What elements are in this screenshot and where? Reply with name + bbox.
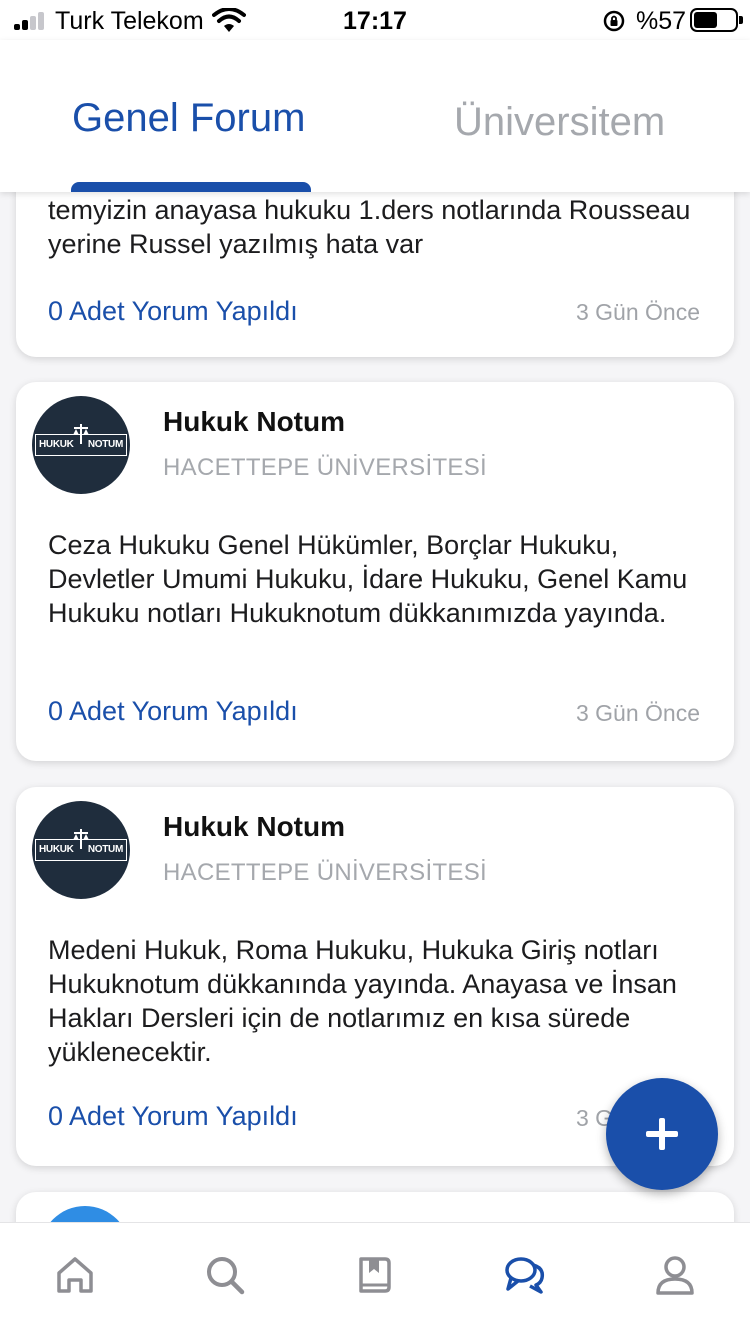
post-feed[interactable]: temyizin anayasa hukuku 1.ders notlarınd… <box>0 192 750 1222</box>
forum-tab-bar: Genel Forum Üniversitem <box>0 40 750 192</box>
chat-bubbles-icon[interactable] <box>503 1253 547 1297</box>
post-time: 3 Gün Önce <box>575 299 700 325</box>
rotation-lock-icon <box>603 10 625 32</box>
active-tab-indicator <box>71 182 311 192</box>
post-text: Ceza Hukuku Genel Hükümler, Borçlar Huku… <box>48 530 688 628</box>
new-post-button[interactable] <box>606 1078 718 1190</box>
bottom-navigation <box>0 1222 750 1334</box>
plus-icon <box>646 1118 678 1150</box>
status-bar: Turk Telekom 17:17 %57 <box>0 0 750 40</box>
search-icon[interactable] <box>203 1253 247 1297</box>
forum-post-card[interactable]: HUKUK NOTUM Hukuk Notum HACETTEPE ÜNİVER… <box>16 382 734 761</box>
bookmark-book-icon[interactable] <box>353 1253 397 1297</box>
avatar[interactable] <box>40 1206 130 1222</box>
author-university: HACETTEPE ÜNİVERSİTESİ <box>163 859 487 886</box>
tab-genel-forum[interactable]: Genel Forum <box>72 96 305 141</box>
comment-count-link[interactable]: 0 Adet Yorum Yapıldı <box>48 696 298 727</box>
comment-count-link[interactable]: 0 Adet Yorum Yapıldı <box>48 296 298 327</box>
author-name[interactable]: Hukuk Notum <box>163 811 345 843</box>
forum-post-card[interactable] <box>16 1192 734 1222</box>
tab-universitem[interactable]: Üniversitem <box>454 100 665 145</box>
avatar[interactable]: HUKUK NOTUM <box>32 396 130 494</box>
comment-count-link[interactable]: 0 Adet Yorum Yapıldı <box>48 1101 298 1132</box>
battery-percent: %57 <box>636 7 687 35</box>
scales-icon <box>73 424 89 444</box>
post-text: temyizin anayasa hukuku 1.ders notlarınd… <box>48 195 691 259</box>
post-time: 3 Gün Önce <box>575 700 700 726</box>
scales-icon <box>73 829 89 849</box>
avatar[interactable]: HUKUK NOTUM <box>32 801 130 899</box>
author-name[interactable]: Hukuk Notum <box>163 406 345 438</box>
author-university: HACETTEPE ÜNİVERSİTESİ <box>163 454 487 481</box>
forum-post-card[interactable]: temyizin anayasa hukuku 1.ders notlarınd… <box>16 192 734 357</box>
home-icon[interactable] <box>53 1253 97 1297</box>
battery-fill <box>694 12 717 28</box>
user-icon[interactable] <box>653 1253 697 1297</box>
battery-icon <box>690 8 743 32</box>
post-text: Medeni Hukuk, Roma Hukuku, Hukuka Giriş … <box>48 935 677 1067</box>
